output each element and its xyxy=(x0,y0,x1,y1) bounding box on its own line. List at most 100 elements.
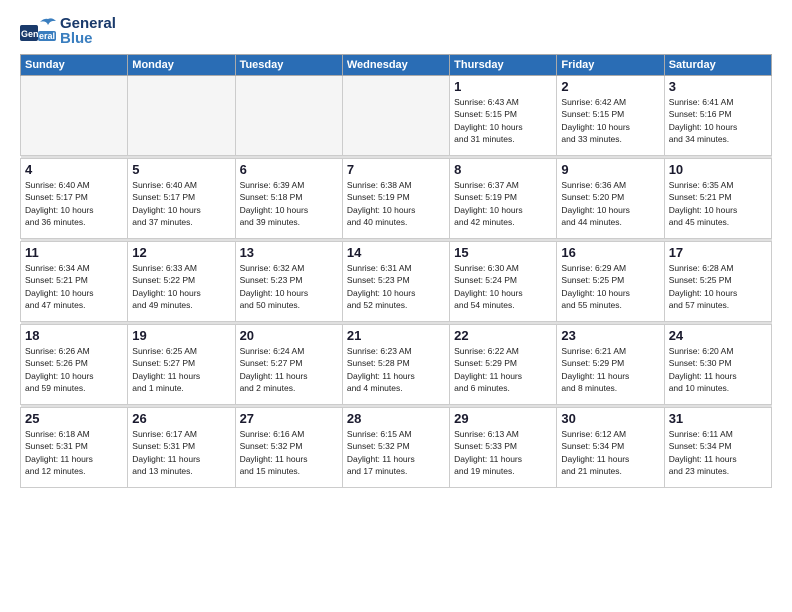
header: Gen eral General Blue xyxy=(20,16,772,46)
day-info: Sunrise: 6:28 AM Sunset: 5:25 PM Dayligh… xyxy=(669,262,767,311)
day-info: Sunrise: 6:25 AM Sunset: 5:27 PM Dayligh… xyxy=(132,345,230,394)
calendar-cell: 17Sunrise: 6:28 AM Sunset: 5:25 PM Dayli… xyxy=(664,242,771,322)
calendar-cell: 4 Sunrise: 6:40 AM Sunset: 5:17 PM Daylig… xyxy=(21,159,128,239)
day-number: 23 xyxy=(561,328,659,343)
day-number: 6 xyxy=(240,162,338,177)
svg-text:eral: eral xyxy=(39,31,55,41)
calendar-cell: 25 Sunrise: 6:18 AM Sunset: 5:31 PM Dayli… xyxy=(21,408,128,488)
day-info: Sunrise: 6:15 AM Sunset: 5:32 PM Dayligh… xyxy=(347,428,445,477)
calendar-cell: 14 Sunrise: 6:31 AM Sunset: 5:23 PM Dayli… xyxy=(342,242,449,322)
calendar-cell: 5 Sunrise: 6:40 AM Sunset: 5:17 PM Daylig… xyxy=(128,159,235,239)
day-number: 15 xyxy=(454,245,552,260)
header-tuesday: Tuesday xyxy=(235,55,342,76)
calendar-week-row: 4 Sunrise: 6:40 AM Sunset: 5:17 PM Daylig… xyxy=(21,159,772,239)
day-number: 25 xyxy=(25,411,123,426)
day-number: 4 xyxy=(25,162,123,177)
day-info: Sunrise: 6:33 AM Sunset: 5:22 PM Dayligh… xyxy=(132,262,230,311)
day-number: 10 xyxy=(669,162,767,177)
day-info: Sunrise: 6:35 AM Sunset: 5:21 PM Dayligh… xyxy=(669,179,767,228)
header-friday: Friday xyxy=(557,55,664,76)
header-sunday: Sunday xyxy=(21,55,128,76)
calendar-cell: 12 Sunrise: 6:33 AM Sunset: 5:22 PM Dayli… xyxy=(128,242,235,322)
header-wednesday: Wednesday xyxy=(342,55,449,76)
header-saturday: Saturday xyxy=(664,55,771,76)
calendar-cell: 27Sunrise: 6:16 AM Sunset: 5:32 PM Dayli… xyxy=(235,408,342,488)
calendar-cell: 11 Sunrise: 6:34 AM Sunset: 5:21 PM Dayli… xyxy=(21,242,128,322)
calendar-cell: 2Sunrise: 6:42 AM Sunset: 5:15 PM Daylig… xyxy=(557,76,664,156)
day-number: 1 xyxy=(454,79,552,94)
weekday-header-row: Sunday Monday Tuesday Wednesday Thursday… xyxy=(21,55,772,76)
day-info: Sunrise: 6:31 AM Sunset: 5:23 PM Dayligh… xyxy=(347,262,445,311)
logo-general: General xyxy=(60,16,116,31)
calendar-cell: 31 Sunrise: 6:11 AM Sunset: 5:34 PM Dayli… xyxy=(664,408,771,488)
day-info: Sunrise: 6:34 AM Sunset: 5:21 PM Dayligh… xyxy=(25,262,123,311)
day-info: Sunrise: 6:29 AM Sunset: 5:25 PM Dayligh… xyxy=(561,262,659,311)
day-info: Sunrise: 6:21 AM Sunset: 5:29 PM Dayligh… xyxy=(561,345,659,394)
day-number: 30 xyxy=(561,411,659,426)
calendar-cell: 28 Sunrise: 6:15 AM Sunset: 5:32 PM Dayli… xyxy=(342,408,449,488)
logo-blue: Blue xyxy=(60,31,116,46)
calendar-cell: 22Sunrise: 6:22 AM Sunset: 5:29 PM Dayli… xyxy=(450,325,557,405)
day-info: Sunrise: 6:24 AM Sunset: 5:27 PM Dayligh… xyxy=(240,345,338,394)
day-number: 27 xyxy=(240,411,338,426)
calendar-cell: 1 Sunrise: 6:43 AM Sunset: 5:15 PM Daylig… xyxy=(450,76,557,156)
day-number: 5 xyxy=(132,162,230,177)
day-number: 8 xyxy=(454,162,552,177)
day-number: 12 xyxy=(132,245,230,260)
day-number: 3 xyxy=(669,79,767,94)
calendar-cell: 9 Sunrise: 6:36 AM Sunset: 5:20 PM Daylig… xyxy=(557,159,664,239)
day-info: Sunrise: 6:11 AM Sunset: 5:34 PM Dayligh… xyxy=(669,428,767,477)
header-thursday: Thursday xyxy=(450,55,557,76)
calendar-cell: 29 Sunrise: 6:13 AM Sunset: 5:33 PM Dayli… xyxy=(450,408,557,488)
day-number: 24 xyxy=(669,328,767,343)
day-info: Sunrise: 6:26 AM Sunset: 5:26 PM Dayligh… xyxy=(25,345,123,394)
calendar-cell: 3 Sunrise: 6:41 AM Sunset: 5:16 PM Daylig… xyxy=(664,76,771,156)
day-info: Sunrise: 6:17 AM Sunset: 5:31 PM Dayligh… xyxy=(132,428,230,477)
calendar-cell: 16 Sunrise: 6:29 AM Sunset: 5:25 PM Dayli… xyxy=(557,242,664,322)
calendar-week-row: 11 Sunrise: 6:34 AM Sunset: 5:21 PM Dayli… xyxy=(21,242,772,322)
day-number: 14 xyxy=(347,245,445,260)
day-info: Sunrise: 6:43 AM Sunset: 5:15 PM Dayligh… xyxy=(454,96,552,145)
calendar-cell xyxy=(128,76,235,156)
day-info: Sunrise: 6:37 AM Sunset: 5:19 PM Dayligh… xyxy=(454,179,552,228)
day-number: 2 xyxy=(561,79,659,94)
calendar-cell: 30Sunrise: 6:12 AM Sunset: 5:34 PM Dayli… xyxy=(557,408,664,488)
day-number: 16 xyxy=(561,245,659,260)
page: Gen eral General Blue Sunday Monday xyxy=(0,0,792,612)
calendar-cell: 8 Sunrise: 6:37 AM Sunset: 5:19 PM Daylig… xyxy=(450,159,557,239)
header-monday: Monday xyxy=(128,55,235,76)
calendar-cell: 13 Sunrise: 6:32 AM Sunset: 5:23 PM Dayli… xyxy=(235,242,342,322)
day-number: 13 xyxy=(240,245,338,260)
calendar-cell: 10 Sunrise: 6:35 AM Sunset: 5:21 PM Dayli… xyxy=(664,159,771,239)
day-number: 31 xyxy=(669,411,767,426)
calendar-cell: 24 Sunrise: 6:20 AM Sunset: 5:30 PM Dayli… xyxy=(664,325,771,405)
svg-text:Gen: Gen xyxy=(21,29,39,39)
day-info: Sunrise: 6:38 AM Sunset: 5:19 PM Dayligh… xyxy=(347,179,445,228)
day-number: 29 xyxy=(454,411,552,426)
day-info: Sunrise: 6:18 AM Sunset: 5:31 PM Dayligh… xyxy=(25,428,123,477)
day-info: Sunrise: 6:32 AM Sunset: 5:23 PM Dayligh… xyxy=(240,262,338,311)
calendar-cell xyxy=(235,76,342,156)
day-info: Sunrise: 6:30 AM Sunset: 5:24 PM Dayligh… xyxy=(454,262,552,311)
calendar-cell: 18 Sunrise: 6:26 AM Sunset: 5:26 PM Dayli… xyxy=(21,325,128,405)
day-number: 9 xyxy=(561,162,659,177)
day-info: Sunrise: 6:22 AM Sunset: 5:29 PM Dayligh… xyxy=(454,345,552,394)
day-number: 11 xyxy=(25,245,123,260)
day-info: Sunrise: 6:36 AM Sunset: 5:20 PM Dayligh… xyxy=(561,179,659,228)
calendar-week-row: 18 Sunrise: 6:26 AM Sunset: 5:26 PM Dayli… xyxy=(21,325,772,405)
day-number: 28 xyxy=(347,411,445,426)
logo-icon: Gen eral xyxy=(20,17,56,45)
day-info: Sunrise: 6:20 AM Sunset: 5:30 PM Dayligh… xyxy=(669,345,767,394)
day-info: Sunrise: 6:40 AM Sunset: 5:17 PM Dayligh… xyxy=(132,179,230,228)
day-info: Sunrise: 6:41 AM Sunset: 5:16 PM Dayligh… xyxy=(669,96,767,145)
day-info: Sunrise: 6:13 AM Sunset: 5:33 PM Dayligh… xyxy=(454,428,552,477)
calendar-table: Sunday Monday Tuesday Wednesday Thursday… xyxy=(20,54,772,488)
day-info: Sunrise: 6:40 AM Sunset: 5:17 PM Dayligh… xyxy=(25,179,123,228)
calendar-cell: 23 Sunrise: 6:21 AM Sunset: 5:29 PM Dayli… xyxy=(557,325,664,405)
day-number: 20 xyxy=(240,328,338,343)
calendar-cell: 20 Sunrise: 6:24 AM Sunset: 5:27 PM Dayli… xyxy=(235,325,342,405)
day-number: 18 xyxy=(25,328,123,343)
calendar-cell: 26 Sunrise: 6:17 AM Sunset: 5:31 PM Dayli… xyxy=(128,408,235,488)
day-info: Sunrise: 6:23 AM Sunset: 5:28 PM Dayligh… xyxy=(347,345,445,394)
day-number: 26 xyxy=(132,411,230,426)
